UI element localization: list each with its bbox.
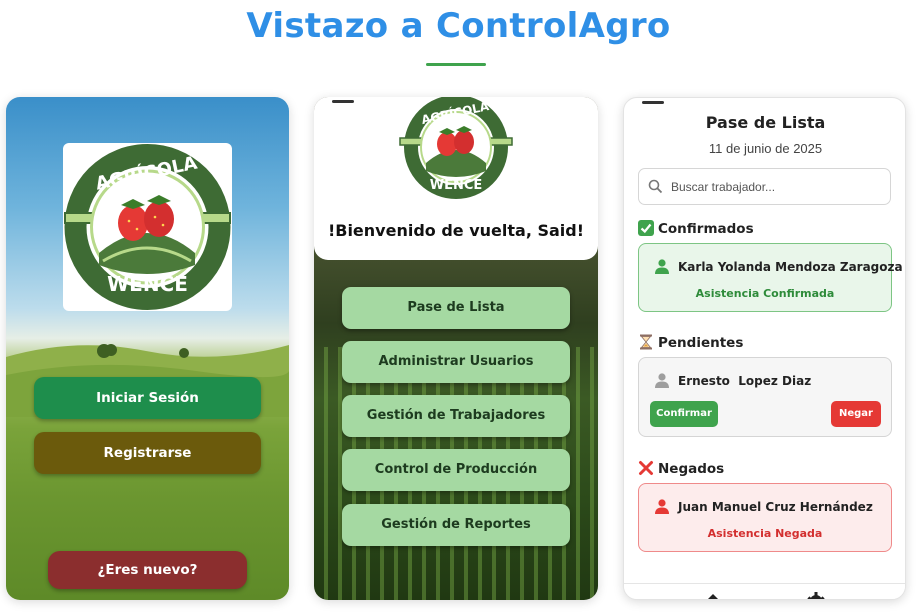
- section-denied-label: Negados: [658, 461, 725, 477]
- new-user-button-label: ¿Eres nuevo?: [97, 562, 198, 578]
- new-user-button[interactable]: ¿Eres nuevo?: [48, 551, 247, 589]
- check-box-icon: [638, 220, 654, 236]
- deny-button[interactable]: Negar: [831, 401, 881, 427]
- status-notch: [642, 101, 664, 104]
- section-confirmed: Confirmados: [638, 220, 754, 237]
- person-icon: [655, 499, 669, 514]
- logo-bottom-text: WENCE: [430, 178, 483, 193]
- worker-name: Karla Yolanda Mendoza Zaragoza: [678, 260, 903, 274]
- section-pending: Pendientes: [638, 334, 743, 351]
- section-confirmed-label: Confirmados: [658, 221, 754, 237]
- agricola-wence-logo: AGRÍCOLA WENCE: [64, 144, 231, 310]
- section-pending-label: Pendientes: [658, 335, 744, 351]
- register-button-label: Registrarse: [103, 445, 192, 461]
- worker-name: Ernesto Lopez Diaz: [678, 374, 812, 388]
- menu-item-administrar-usuarios[interactable]: Administrar Usuarios: [342, 341, 570, 383]
- search-input[interactable]: Buscar trabajador...: [638, 168, 891, 205]
- attendance-screen: Pase de Lista 11 de junio de 2025 Buscar…: [623, 97, 906, 600]
- hourglass-icon: [640, 334, 652, 350]
- confirmed-worker-card[interactable]: Karla Yolanda Mendoza Zaragoza Asistenci…: [638, 243, 903, 312]
- login-screen: AGRÍCOLA WENCE Iniciar Sesión Registrars…: [6, 97, 289, 600]
- cross-icon: [639, 461, 653, 475]
- menu-item-pase-de-lista[interactable]: Pase de Lista: [342, 287, 570, 329]
- pending-worker-card: Ernesto Lopez Diaz Confirmar Negar: [638, 357, 892, 437]
- title-underline: [426, 63, 486, 66]
- agricola-wence-logo: AGRÍCOLA WENCE: [399, 97, 513, 199]
- status-confirmed: Asistencia Confirmada: [695, 287, 835, 300]
- confirm-button[interactable]: Confirmar: [650, 401, 718, 427]
- page-title: Vistazo a ControlAgro: [246, 6, 671, 46]
- search-placeholder: Buscar trabajador...: [671, 180, 776, 194]
- person-icon: [655, 373, 669, 388]
- menu-screen: AGRÍCOLA WENCE !Bienvenido de vuelta, Sa…: [314, 97, 598, 600]
- menu-item-control-produccion[interactable]: Control de Producción: [342, 449, 570, 491]
- welcome-message: !Bienvenido de vuelta, Said!: [327, 221, 585, 240]
- section-denied: Negados: [638, 460, 724, 477]
- menu-item-gestion-trabajadores[interactable]: Gestión de Trabajadores: [342, 395, 570, 437]
- register-button[interactable]: Registrarse: [34, 432, 261, 474]
- denied-worker-card[interactable]: Juan Manuel Cruz Hernández Asistencia Ne…: [638, 483, 892, 552]
- attendance-date: 11 de junio de 2025: [708, 141, 823, 156]
- worker-name: Juan Manuel Cruz Hernández: [678, 500, 873, 514]
- menu-header: AGRÍCOLA WENCE !Bienvenido de vuelta, Sa…: [314, 97, 598, 260]
- logo-card: AGRÍCOLA WENCE: [63, 143, 232, 311]
- bottom-navigation: [624, 583, 905, 600]
- screen-title: Pase de Lista: [705, 113, 826, 132]
- login-button[interactable]: Iniciar Sesión: [34, 377, 261, 419]
- gear-icon[interactable]: [806, 591, 826, 600]
- search-icon: [648, 179, 663, 194]
- status-denied: Asistencia Negada: [707, 527, 823, 540]
- home-icon[interactable]: [704, 593, 722, 600]
- person-icon: [655, 259, 669, 274]
- logo-bottom-text: WENCE: [107, 272, 188, 296]
- menu-item-gestion-reportes[interactable]: Gestión de Reportes: [342, 504, 570, 546]
- login-button-label: Iniciar Sesión: [96, 390, 199, 406]
- status-notch: [332, 100, 354, 103]
